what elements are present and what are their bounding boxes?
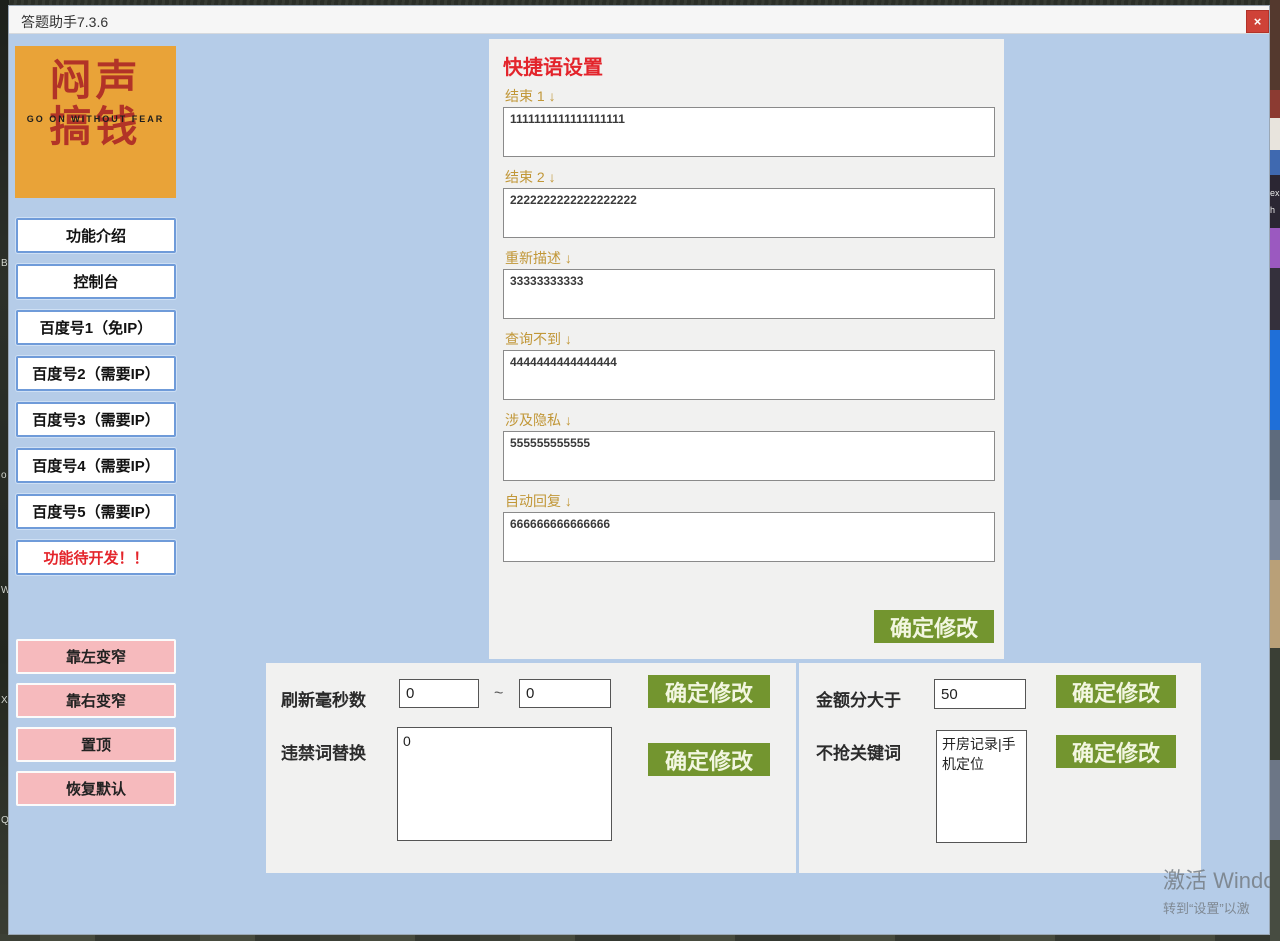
narrow-left-button[interactable]: 靠左变窄 — [16, 639, 176, 674]
desktop-fragment: X — [1, 695, 8, 706]
field-label-privacy: 涉及隐私 ↓ — [505, 410, 996, 428]
field-label-end2: 结束 2 ↓ — [505, 167, 996, 185]
logo-subtitle: GO ON WITHOUT FEAR — [15, 114, 176, 124]
field-label-not-found: 查询不到 ↓ — [505, 329, 996, 347]
skip-keywords-label: 不抢关键词 — [816, 739, 901, 764]
desktop-edge-bottom — [0, 934, 1280, 941]
window-title: 答题助手7.3.6 — [21, 12, 108, 32]
auto-reply-textarea[interactable]: 666666666666666 — [503, 512, 995, 562]
refresh-settings-panel: 刷新毫秒数 ~ 确定修改 违禁词替换 0 确定修改 — [266, 663, 796, 873]
desktop-background: B o W X Q ex h 答题助手7.3.6 × 闷声 搞钱 GO ON W… — [0, 0, 1280, 941]
field-label-end1: 结束 1 ↓ — [505, 86, 996, 104]
end2-textarea[interactable]: 2222222222222222222 — [503, 188, 995, 238]
end1-textarea[interactable]: 1111111111111111111 — [503, 107, 995, 157]
desktop-fragment: o — [1, 470, 7, 481]
sidebar-item-feature-intro[interactable]: 功能介绍 — [16, 218, 176, 253]
amount-confirm-button[interactable]: 确定修改 — [1056, 675, 1176, 708]
quick-phrases-panel: 快捷语设置 结束 1 ↓ 1111111111111111111 结束 2 ↓ … — [489, 39, 1004, 659]
desktop-fragment: ex — [1270, 188, 1280, 198]
logo-text-line2: 搞钱 — [15, 104, 176, 150]
close-button[interactable]: × — [1246, 10, 1269, 33]
banned-words-label: 违禁词替换 — [281, 739, 366, 764]
sidebar-item-baidu-1[interactable]: 百度号1（免IP） — [16, 310, 176, 345]
field-label-auto-reply: 自动回复 ↓ — [505, 491, 996, 509]
logo-text-line1: 闷声 — [15, 58, 176, 104]
sidebar-item-console[interactable]: 控制台 — [16, 264, 176, 299]
redescribe-textarea[interactable]: 33333333333 — [503, 269, 995, 319]
app-logo: 闷声 搞钱 GO ON WITHOUT FEAR — [15, 46, 176, 198]
panel-title: 快捷语设置 — [503, 51, 996, 80]
restore-default-button[interactable]: 恢复默认 — [16, 771, 176, 806]
sidebar-item-baidu-4[interactable]: 百度号4（需要IP） — [16, 448, 176, 483]
skip-keywords-textarea[interactable]: 开房记录|手机定位 — [936, 730, 1027, 843]
desktop-fragment: h — [1270, 205, 1275, 215]
close-icon: × — [1254, 14, 1262, 29]
app-window: 答题助手7.3.6 × 闷声 搞钱 GO ON WITHOUT FEAR 功能介… — [8, 5, 1270, 935]
banned-words-textarea[interactable]: 0 — [397, 727, 612, 841]
amount-threshold-label: 金额分大于 — [816, 686, 901, 711]
sidebar-item-baidu-3[interactable]: 百度号3（需要IP） — [16, 402, 176, 437]
refresh-confirm-button[interactable]: 确定修改 — [648, 675, 770, 708]
sidebar-item-baidu-2[interactable]: 百度号2（需要IP） — [16, 356, 176, 391]
refresh-ms-label: 刷新毫秒数 — [281, 686, 366, 711]
desktop-fragment: B — [1, 258, 8, 269]
refresh-min-input[interactable] — [399, 679, 479, 708]
not-found-textarea[interactable]: 4444444444444444 — [503, 350, 995, 400]
sidebar-item-pending-feature[interactable]: 功能待开发！！ — [16, 540, 176, 575]
banned-words-confirm-button[interactable]: 确定修改 — [648, 743, 770, 776]
grab-settings-panel: 金额分大于 确定修改 不抢关键词 开房记录|手机定位 确定修改 — [799, 663, 1201, 873]
keywords-confirm-button[interactable]: 确定修改 — [1056, 735, 1176, 768]
quick-phrases-confirm-button[interactable]: 确定修改 — [874, 610, 994, 643]
privacy-textarea[interactable]: 555555555555 — [503, 431, 995, 481]
tilde-separator: ~ — [494, 685, 503, 703]
desktop-edge-right: ex h — [1270, 0, 1280, 941]
pin-top-button[interactable]: 置顶 — [16, 727, 176, 762]
sidebar-item-baidu-5[interactable]: 百度号5（需要IP） — [16, 494, 176, 529]
amount-threshold-input[interactable] — [934, 679, 1026, 709]
title-bar: 答题助手7.3.6 × — [9, 6, 1269, 34]
field-label-redescribe: 重新描述 ↓ — [505, 248, 996, 266]
refresh-max-input[interactable] — [519, 679, 611, 708]
narrow-right-button[interactable]: 靠右变窄 — [16, 683, 176, 718]
